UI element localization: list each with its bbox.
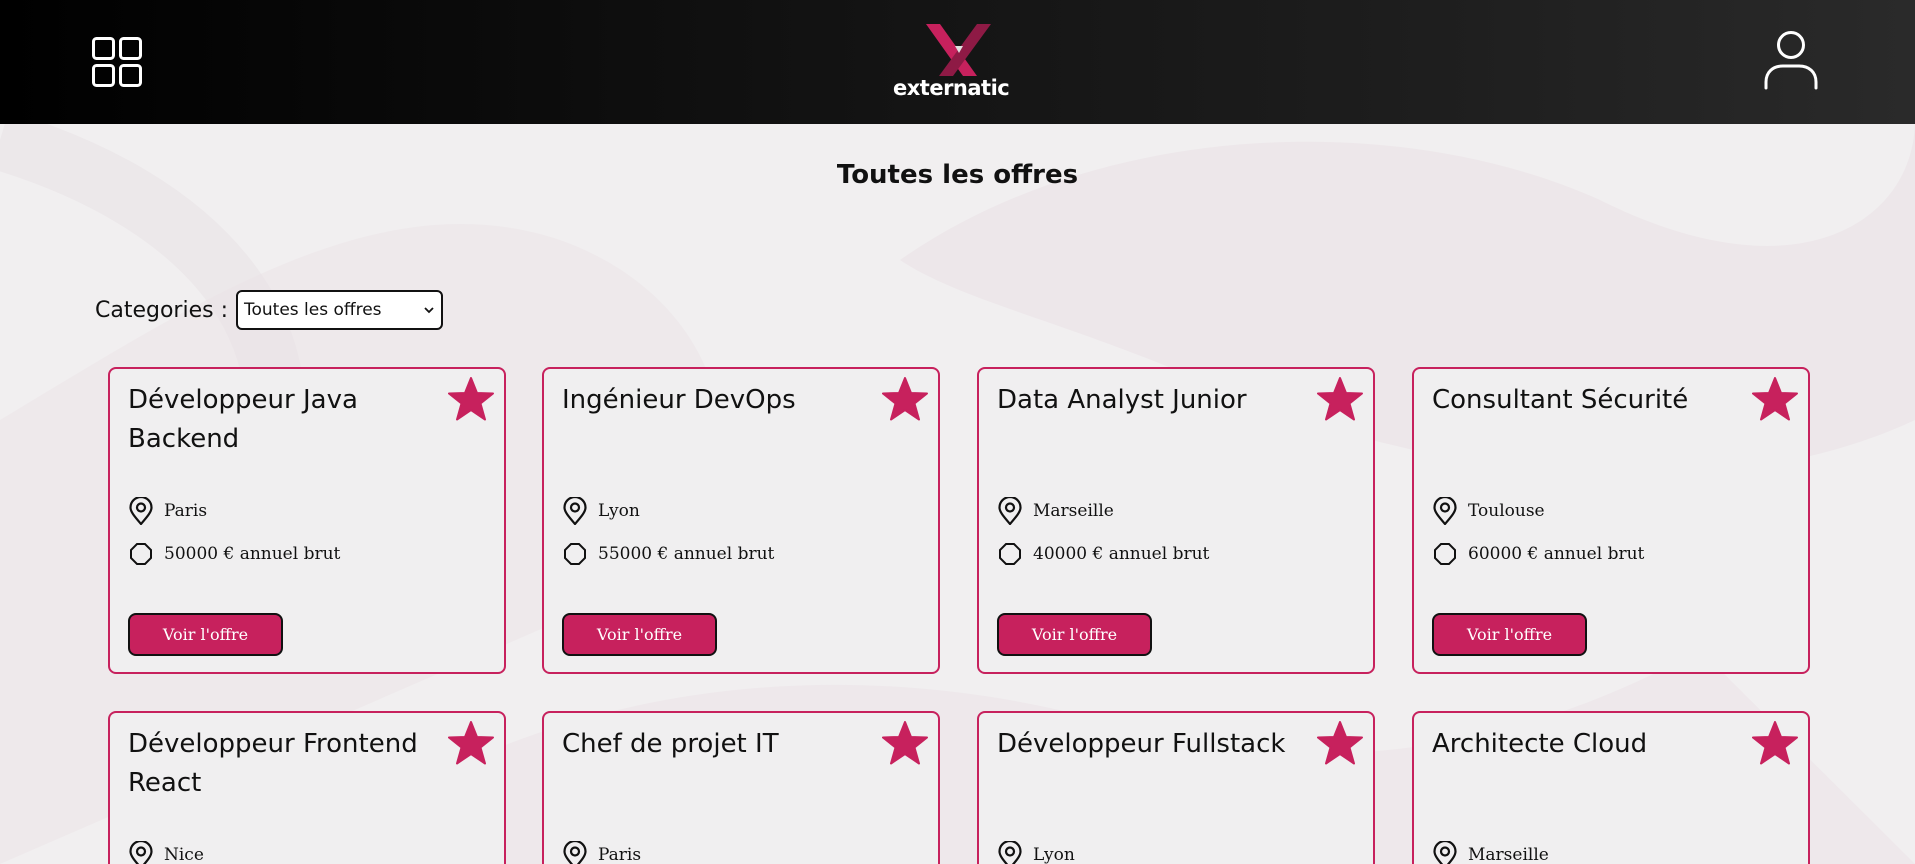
offer-salary: 40000 € annuel brut	[997, 540, 1209, 568]
offer-card: Développeur Java Backend Paris 50000 € a…	[108, 367, 506, 674]
offer-card: Architecte Cloud Marseille	[1412, 711, 1810, 864]
grid-menu-icon[interactable]	[92, 37, 142, 87]
offer-location-text: Lyon	[1033, 845, 1075, 864]
offer-location: Paris	[128, 497, 207, 525]
offers-grid: Développeur Java Backend Paris 50000 € a…	[0, 0, 1915, 864]
favorite-star-icon[interactable]	[1752, 377, 1798, 421]
offer-title: Développeur Java Backend	[128, 385, 358, 454]
favorite-star-icon[interactable]	[1752, 721, 1798, 765]
location-pin-icon	[129, 497, 153, 525]
view-offer-button[interactable]: Voir l'offre	[562, 613, 717, 656]
offer-title: Développeur Frontend React	[128, 729, 418, 798]
favorite-star-icon[interactable]	[1317, 377, 1363, 421]
offer-title: Data Analyst Junior	[997, 385, 1247, 415]
offer-card: Développeur Frontend React Nice	[108, 711, 506, 864]
offer-location-text: Paris	[164, 501, 208, 521]
offer-salary: 60000 € annuel brut	[1432, 540, 1644, 568]
user-account-icon[interactable]	[1763, 30, 1819, 92]
view-offer-button[interactable]: Voir l'offre	[1432, 613, 1587, 656]
offer-salary: 50000 € annuel brut	[128, 540, 340, 568]
offer-salary-text: 50000 € annuel brut	[164, 544, 341, 564]
offer-salary-text: 40000 € annuel brut	[1033, 544, 1210, 564]
location-pin-icon	[563, 841, 587, 864]
offer-location-text: Toulouse	[1468, 501, 1545, 521]
favorite-star-icon[interactable]	[1317, 721, 1363, 765]
offer-location: Toulouse	[1432, 497, 1545, 525]
offer-card: Data Analyst Junior Marseille 40000 € an…	[977, 367, 1375, 674]
location-pin-icon	[1433, 497, 1457, 525]
offer-location-text: Nice	[164, 845, 204, 864]
offer-salary-text: 60000 € annuel brut	[1468, 544, 1645, 564]
offer-location: Nice	[128, 841, 204, 864]
offer-location-text: Marseille	[1468, 845, 1549, 864]
offer-card: Chef de projet IT Paris	[542, 711, 940, 864]
favorite-star-icon[interactable]	[882, 377, 928, 421]
logo-x-mark-icon	[926, 24, 991, 76]
location-pin-icon	[129, 841, 153, 864]
offer-location: Lyon	[562, 497, 640, 525]
offer-salary: 55000 € annuel brut	[562, 540, 774, 568]
offer-location: Marseille	[1432, 841, 1549, 864]
offer-location: Paris	[562, 841, 641, 864]
externatic-logo[interactable]: externatic	[893, 20, 1010, 102]
offer-title: Développeur Fullstack	[997, 729, 1286, 759]
salary-octagon-icon	[999, 543, 1021, 565]
offer-card: Développeur Fullstack Lyon	[977, 711, 1375, 864]
view-offer-button[interactable]: Voir l'offre	[997, 613, 1152, 656]
offer-location-text: Marseille	[1033, 501, 1114, 521]
view-offer-button[interactable]: Voir l'offre	[128, 613, 283, 656]
location-pin-icon	[1433, 841, 1457, 864]
salary-octagon-icon	[1434, 543, 1456, 565]
offer-title: Chef de projet IT	[562, 729, 779, 759]
offer-location: Marseille	[997, 497, 1114, 525]
offer-location-text: Paris	[598, 845, 642, 864]
salary-octagon-icon	[130, 543, 152, 565]
location-pin-icon	[563, 497, 587, 525]
salary-octagon-icon	[564, 543, 586, 565]
offer-salary-text: 55000 € annuel brut	[598, 544, 775, 564]
offer-location-text: Lyon	[598, 501, 640, 521]
top-header: externatic	[0, 0, 1915, 124]
logo-text: externatic	[893, 76, 1010, 100]
offer-card: Ingénieur DevOps Lyon 55000 € annuel bru…	[542, 367, 940, 674]
location-pin-icon	[998, 841, 1022, 864]
offer-location: Lyon	[997, 841, 1075, 864]
offer-title: Ingénieur DevOps	[562, 385, 796, 415]
favorite-star-icon[interactable]	[448, 721, 494, 765]
favorite-star-icon[interactable]	[882, 721, 928, 765]
favorite-star-icon[interactable]	[448, 377, 494, 421]
offer-title: Consultant Sécurité	[1432, 385, 1689, 415]
offer-card: Consultant Sécurité Toulouse 60000 € ann…	[1412, 367, 1810, 674]
offer-title: Architecte Cloud	[1432, 729, 1648, 759]
location-pin-icon	[998, 497, 1022, 525]
